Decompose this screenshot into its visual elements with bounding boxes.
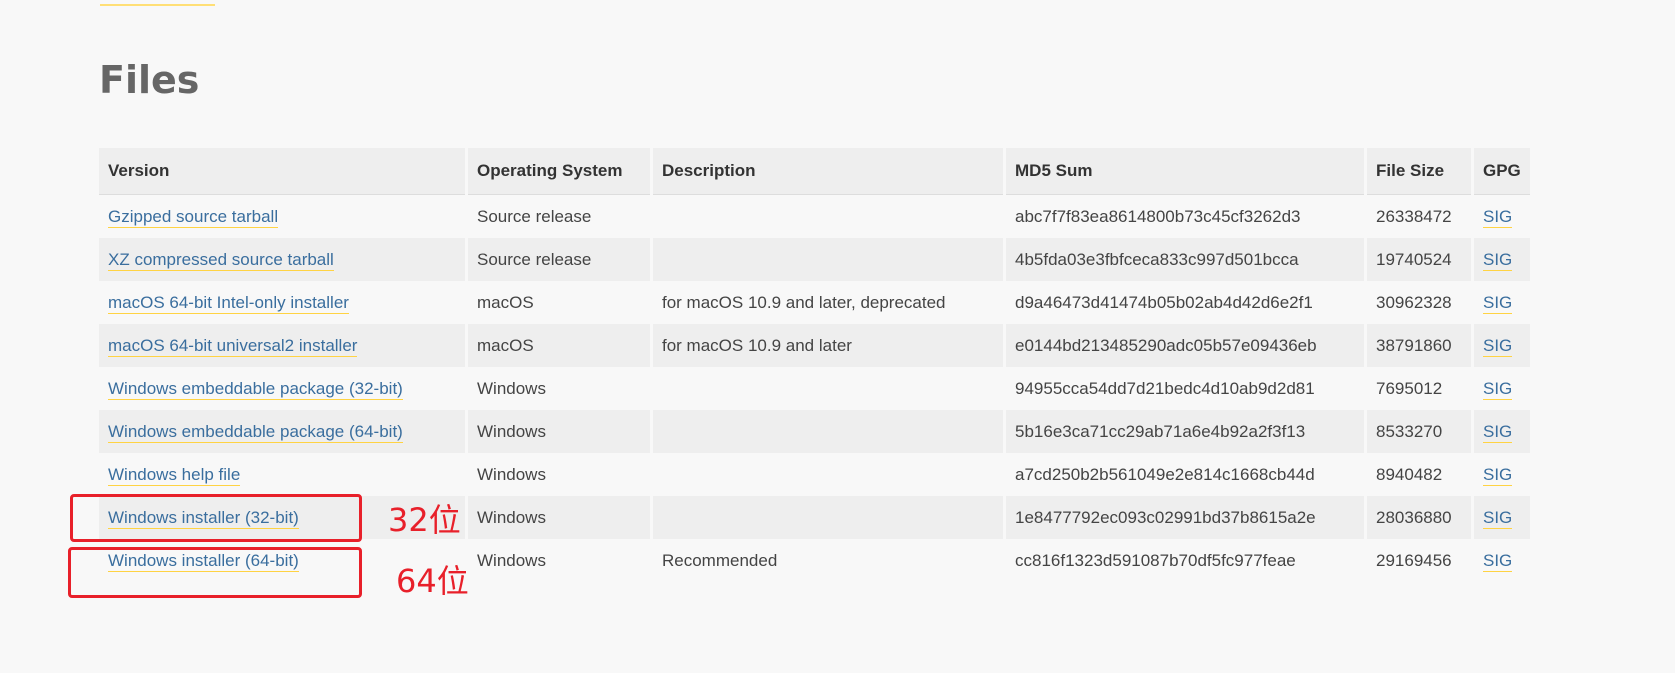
- table-row: Windows help file Windows a7cd250b2b5610…: [99, 453, 1530, 496]
- sig-link[interactable]: SIG: [1483, 292, 1513, 314]
- description-cell: [653, 410, 1003, 453]
- version-cell: macOS 64-bit universal2 installer: [99, 324, 465, 367]
- page: Files Version Operating System Descripti…: [0, 0, 1675, 673]
- description-cell: for macOS 10.9 and later, deprecated: [653, 281, 1003, 324]
- gpg-cell: SIG: [1474, 496, 1530, 539]
- highlight-box-64bit: [68, 547, 362, 598]
- os-cell: Windows: [468, 539, 650, 582]
- gpg-cell: SIG: [1474, 410, 1530, 453]
- size-cell: 19740524: [1367, 238, 1471, 281]
- sig-link[interactable]: SIG: [1483, 206, 1513, 228]
- page-title: Files: [99, 58, 200, 102]
- column-header-description: Description: [653, 148, 1003, 195]
- gpg-cell: SIG: [1474, 367, 1530, 410]
- sig-link[interactable]: SIG: [1483, 249, 1513, 271]
- sig-link[interactable]: SIG: [1483, 335, 1513, 357]
- description-cell: [653, 453, 1003, 496]
- table-row: macOS 64-bit Intel-only installer macOS …: [99, 281, 1530, 324]
- size-cell: 30962328: [1367, 281, 1471, 324]
- size-cell: 7695012: [1367, 367, 1471, 410]
- gpg-cell: SIG: [1474, 539, 1530, 582]
- previous-section-link-fragment[interactable]: [100, 0, 215, 6]
- version-cell: XZ compressed source tarball: [99, 238, 465, 281]
- column-header-md5: MD5 Sum: [1006, 148, 1364, 195]
- download-link[interactable]: XZ compressed source tarball: [108, 249, 334, 271]
- size-cell: 8940482: [1367, 453, 1471, 496]
- table-row: macOS 64-bit universal2 installer macOS …: [99, 324, 1530, 367]
- sig-link[interactable]: SIG: [1483, 421, 1513, 443]
- md5-cell: d9a46473d41474b05b02ab4d42d6e2f1: [1006, 281, 1364, 324]
- os-cell: Windows: [468, 367, 650, 410]
- version-cell: Windows embeddable package (32-bit): [99, 367, 465, 410]
- size-cell: 8533270: [1367, 410, 1471, 453]
- table-row: Gzipped source tarball Source release ab…: [99, 195, 1530, 238]
- size-cell: 26338472: [1367, 195, 1471, 238]
- download-link[interactable]: macOS 64-bit Intel-only installer: [108, 292, 349, 314]
- md5-cell: abc7f7f83ea8614800b73c45cf3262d3: [1006, 195, 1364, 238]
- sig-link[interactable]: SIG: [1483, 550, 1513, 572]
- os-cell: Windows: [468, 453, 650, 496]
- description-cell: [653, 238, 1003, 281]
- os-cell: macOS: [468, 324, 650, 367]
- os-cell: Source release: [468, 195, 650, 238]
- column-header-version: Version: [99, 148, 465, 195]
- description-cell: [653, 496, 1003, 539]
- version-cell: Windows embeddable package (64-bit): [99, 410, 465, 453]
- os-cell: macOS: [468, 281, 650, 324]
- download-link[interactable]: Windows help file: [108, 464, 241, 486]
- column-header-size: File Size: [1367, 148, 1471, 195]
- description-cell: Recommended: [653, 539, 1003, 582]
- md5-cell: 94955cca54dd7d21bedc4d10ab9d2d81: [1006, 367, 1364, 410]
- download-link[interactable]: macOS 64-bit universal2 installer: [108, 335, 358, 357]
- highlight-box-32bit: [70, 494, 362, 542]
- description-cell: for macOS 10.9 and later: [653, 324, 1003, 367]
- gpg-cell: SIG: [1474, 453, 1530, 496]
- md5-cell: cc816f1323d591087b70df5fc977feae: [1006, 539, 1364, 582]
- gpg-cell: SIG: [1474, 238, 1530, 281]
- os-cell: Windows: [468, 496, 650, 539]
- download-link[interactable]: Windows embeddable package (32-bit): [108, 378, 403, 400]
- md5-cell: e0144bd213485290adc05b57e09436eb: [1006, 324, 1364, 367]
- sig-link[interactable]: SIG: [1483, 464, 1513, 486]
- md5-cell: 5b16e3ca71cc29ab71a6e4b92a2f3f13: [1006, 410, 1364, 453]
- gpg-cell: SIG: [1474, 195, 1530, 238]
- md5-cell: a7cd250b2b561049e2e814c1668cb44d: [1006, 453, 1364, 496]
- os-cell: Windows: [468, 410, 650, 453]
- annotation-label-32bit: 32位: [388, 501, 461, 539]
- table-header-row: Version Operating System Description MD5…: [99, 148, 1530, 195]
- md5-cell: 4b5fda03e3fbfceca833c997d501bcca: [1006, 238, 1364, 281]
- md5-cell: 1e8477792ec093c02991bd37b8615a2e: [1006, 496, 1364, 539]
- column-header-os: Operating System: [468, 148, 650, 195]
- size-cell: 29169456: [1367, 539, 1471, 582]
- column-header-gpg: GPG: [1474, 148, 1530, 195]
- version-cell: macOS 64-bit Intel-only installer: [99, 281, 465, 324]
- size-cell: 38791860: [1367, 324, 1471, 367]
- sig-link[interactable]: SIG: [1483, 507, 1513, 529]
- table-row: XZ compressed source tarball Source rele…: [99, 238, 1530, 281]
- sig-link[interactable]: SIG: [1483, 378, 1513, 400]
- description-cell: [653, 367, 1003, 410]
- table-row: Windows embeddable package (64-bit) Wind…: [99, 410, 1530, 453]
- version-cell: Windows help file: [99, 453, 465, 496]
- annotation-label-64bit: 64位: [396, 562, 469, 600]
- description-cell: [653, 195, 1003, 238]
- table-row: Windows embeddable package (32-bit) Wind…: [99, 367, 1530, 410]
- version-cell: Gzipped source tarball: [99, 195, 465, 238]
- os-cell: Source release: [468, 238, 650, 281]
- download-link[interactable]: Windows embeddable package (64-bit): [108, 421, 403, 443]
- size-cell: 28036880: [1367, 496, 1471, 539]
- gpg-cell: SIG: [1474, 281, 1530, 324]
- gpg-cell: SIG: [1474, 324, 1530, 367]
- download-link[interactable]: Gzipped source tarball: [108, 206, 279, 228]
